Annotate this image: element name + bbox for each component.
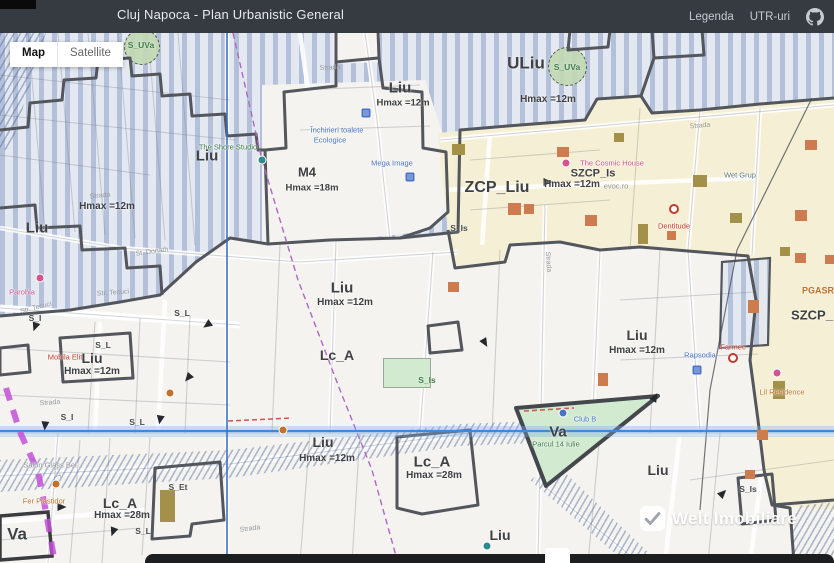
- poi-dot-icon[interactable]: [279, 426, 288, 435]
- github-icon[interactable]: [806, 8, 824, 26]
- zone-label: Liu: [627, 328, 648, 342]
- zone-label: Lc_A: [320, 348, 354, 362]
- oneway-arrow-icon: [41, 421, 50, 431]
- poi-square-icon[interactable]: [693, 366, 702, 375]
- subzone-label: S_I: [61, 413, 74, 422]
- oneway-arrow-icon: [108, 526, 119, 537]
- poi-label[interactable]: Fer Plastidor: [23, 497, 66, 505]
- subzone-label: S_I: [29, 314, 42, 323]
- zone-label: Hmax =28m: [94, 511, 150, 521]
- map-canvas[interactable]: St. DonathStr. TecuciStr. TecuciStradaSt…: [0, 0, 834, 563]
- subzone-label: S_Is: [739, 485, 757, 494]
- header-bar: Cluj Napoca - Plan Urbanistic General Le…: [0, 0, 834, 33]
- suva-circle-2: [548, 47, 587, 86]
- street-name-label: Strada: [39, 399, 60, 407]
- zone-label: Hmax =28m: [406, 471, 462, 481]
- zone-label: Liu: [490, 528, 511, 542]
- subzone-label: S_L: [129, 418, 145, 427]
- zone-label: Hmax =12m: [609, 346, 665, 356]
- zone-label: Liu: [82, 351, 103, 365]
- oneway-arrow-icon: [479, 337, 490, 349]
- poi-dot-icon[interactable]: [166, 389, 175, 398]
- zone-label: Liu: [648, 463, 669, 477]
- building: [598, 373, 608, 386]
- bottom-bar: [145, 554, 834, 563]
- park-small-green: [383, 358, 431, 388]
- oneway-arrow-icon: [717, 487, 729, 499]
- corner-black-strip: [0, 0, 36, 9]
- zone-label: Lc_A: [103, 496, 137, 510]
- map-button[interactable]: Map: [10, 42, 57, 67]
- building: [448, 282, 459, 292]
- oneway-arrow-icon: [201, 319, 213, 331]
- suva-circle-1: [124, 29, 160, 65]
- subzone-label: S_Et: [169, 483, 188, 492]
- checkmark-icon: [640, 506, 665, 531]
- oneway-arrow-icon: [58, 503, 67, 511]
- satellite-button[interactable]: Satellite: [57, 42, 123, 67]
- partial-white-control[interactable]: [545, 548, 570, 563]
- subzone-label: S_L: [95, 341, 111, 350]
- nav-legenda[interactable]: Legenda: [689, 11, 734, 23]
- street-name-label: Strada: [544, 251, 552, 272]
- subzone-label: S_L: [135, 527, 151, 536]
- zone-label: Liu: [331, 281, 354, 296]
- oneway-arrow-icon: [155, 415, 164, 425]
- zone-label: Lc_A: [414, 455, 451, 470]
- street-name-label: Strada: [239, 524, 260, 534]
- zone-label: Hmax =12m: [64, 367, 120, 377]
- poi-ring-icon[interactable]: [728, 353, 738, 363]
- page-title: Cluj Napoca - Plan Urbanistic General: [117, 7, 344, 22]
- subzone-label: S_L: [174, 309, 190, 318]
- watermark-text: Welt Imobiliare: [672, 509, 797, 529]
- poi-label[interactable]: Mobila Elit: [48, 353, 83, 361]
- poi-dot-icon[interactable]: [483, 542, 492, 551]
- map-type-control: Map Satellite: [10, 42, 123, 67]
- poi-label[interactable]: Rapsodia: [684, 351, 716, 359]
- zone-label: Hmax =12m: [317, 298, 373, 308]
- map-application: { "header": { "title": "Cluj Napoca - Pl…: [0, 0, 834, 563]
- oneway-arrow-icon: [30, 321, 41, 332]
- zone-label: Va: [7, 526, 27, 543]
- welt-imobiliare-watermark: Welt Imobiliare: [640, 506, 797, 531]
- building: [745, 470, 755, 479]
- oneway-arrow-icon: [182, 372, 194, 384]
- nav-utr-uri[interactable]: UTR-uri: [750, 11, 790, 23]
- building: [160, 490, 175, 522]
